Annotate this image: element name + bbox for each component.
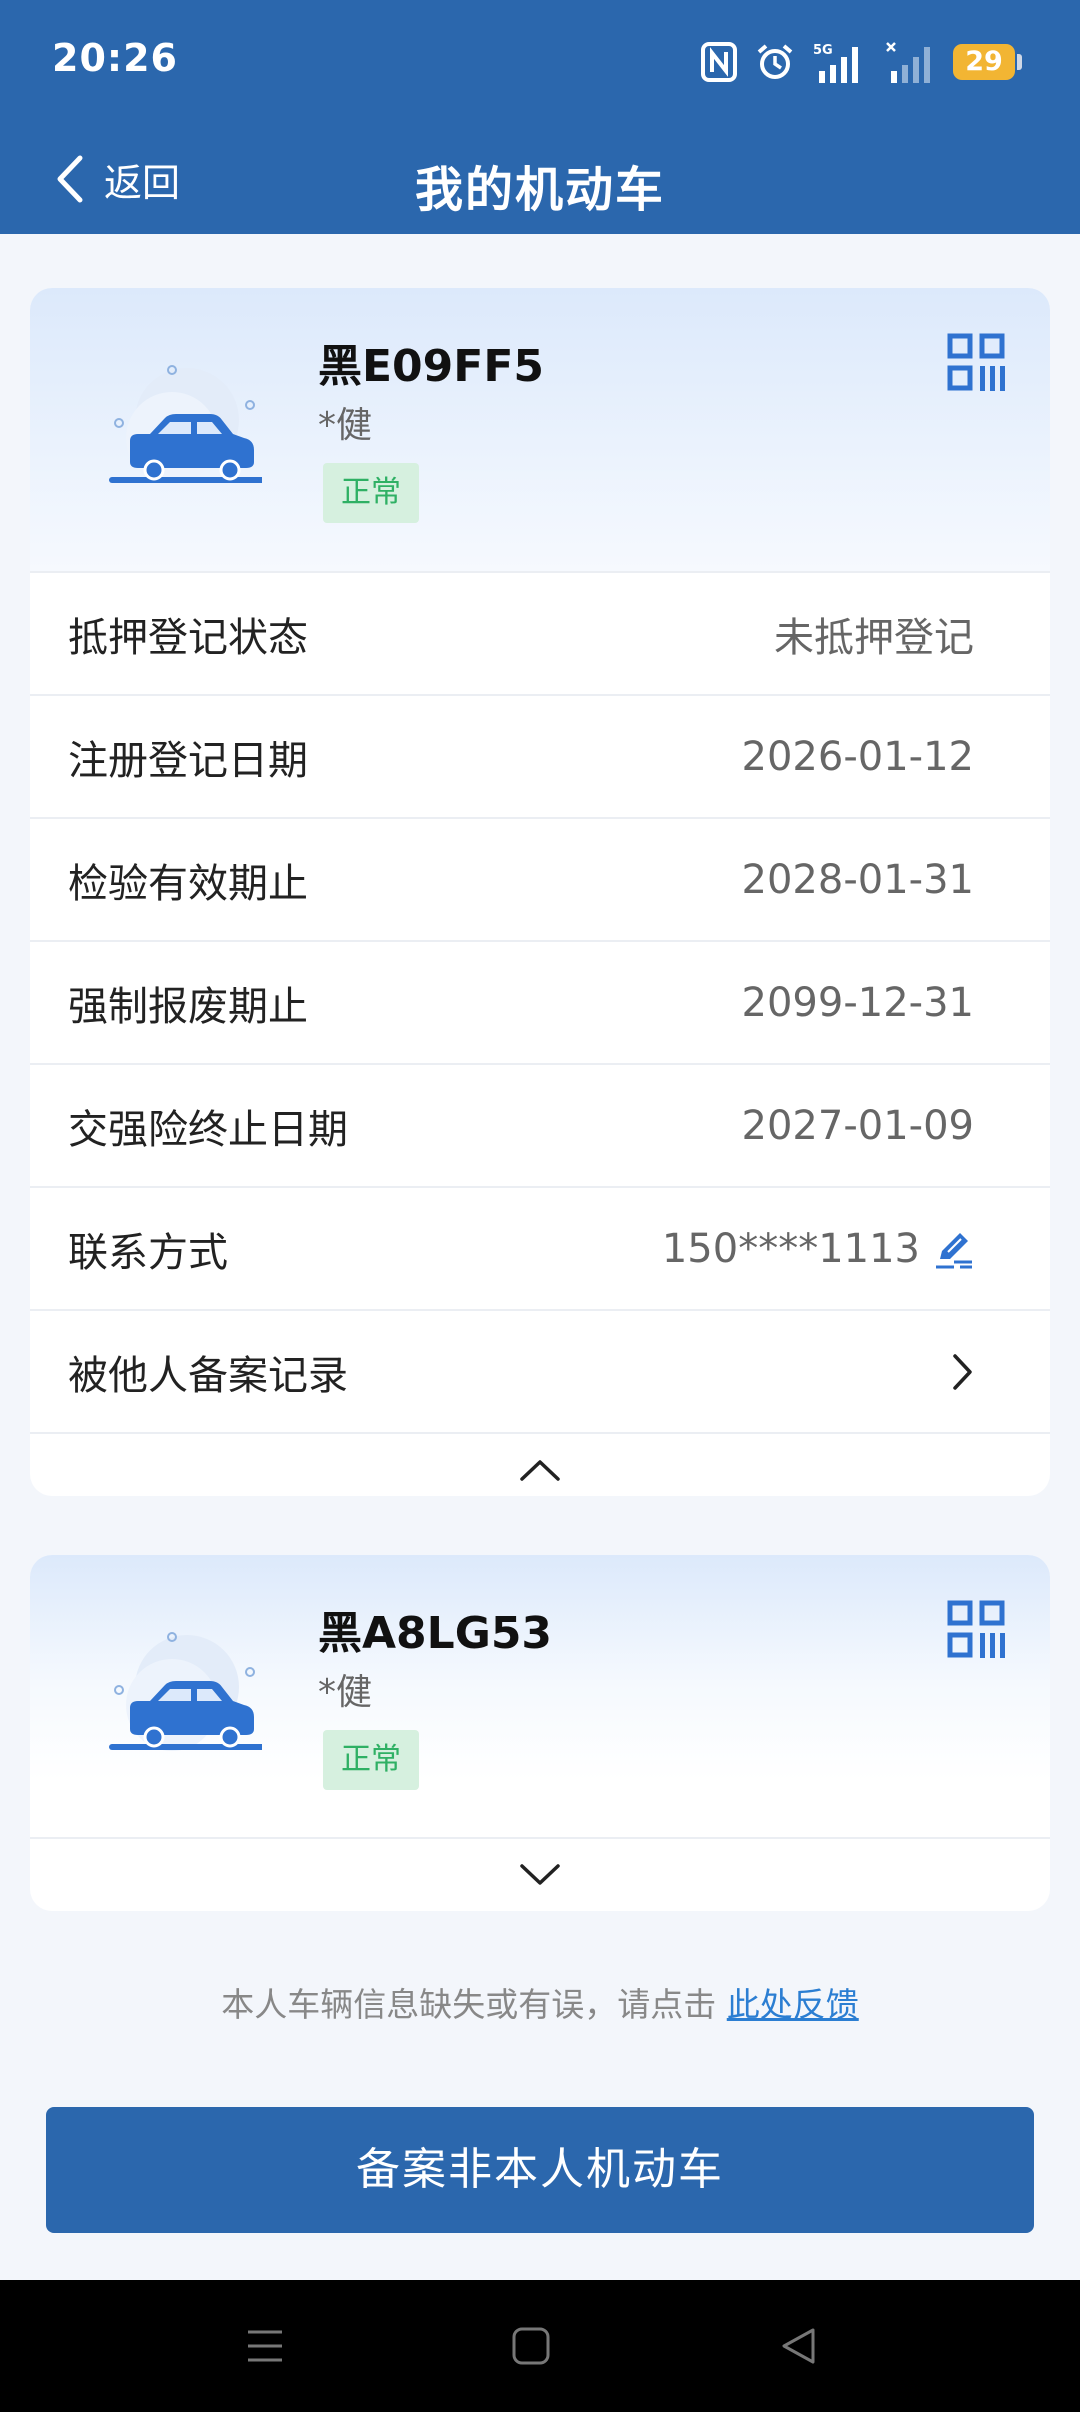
detail-label: 检验有效期止: [68, 860, 308, 907]
detail-value: 2028-01-31: [741, 856, 974, 903]
detail-label: 交强险终止日期: [68, 1106, 348, 1153]
detail-row-scrap-date: 强制报废期止 2099-12-31: [30, 940, 1050, 1063]
chevron-right-icon: [953, 1353, 972, 1390]
detail-label: 抵押登记状态: [68, 614, 308, 661]
qr-code-icon[interactable]: [947, 1600, 1005, 1658]
status-time: 20:26: [52, 36, 178, 80]
expand-toggle[interactable]: [30, 1837, 1050, 1911]
home-icon[interactable]: [511, 2326, 551, 2366]
nav-bar: 返回 我的机动车: [0, 122, 1080, 234]
svg-text:5G: 5G: [813, 43, 833, 58]
detail-value: 2099-12-31: [741, 979, 974, 1026]
plate-number: 黑A8LG53: [318, 1608, 553, 1659]
detail-row-filing-records[interactable]: 被他人备案记录: [30, 1309, 1050, 1432]
vehicle-card-header: 黑A8LG53 *健 正常: [30, 1555, 1050, 1837]
detail-value: 未抵押登记: [774, 614, 974, 661]
chevron-up-icon: [520, 1460, 560, 1481]
status-bar: 20:26 5G 29: [0, 0, 1080, 122]
register-other-vehicle-button[interactable]: 备案非本人机动车: [46, 2107, 1034, 2233]
alarm-icon: [757, 44, 793, 79]
vehicle-card: 黑E09FF5 *健 正常 抵押登记状态 未抵押登记 注册登记日期 2026-0…: [30, 288, 1050, 1496]
status-badge: 正常: [323, 463, 419, 523]
back-nav-icon[interactable]: [778, 2326, 818, 2366]
car-icon: [109, 365, 262, 484]
battery-icon: 29: [953, 44, 1022, 80]
collapse-toggle[interactable]: [30, 1432, 1050, 1496]
page-title: 我的机动车: [414, 162, 665, 218]
owner-name: *健: [318, 405, 373, 446]
detail-row-contact: 联系方式 150****1113: [30, 1186, 1050, 1309]
vehicle-card-header: 黑E09FF5 *健 正常: [30, 288, 1050, 571]
detail-label: 注册登记日期: [68, 737, 308, 784]
detail-value: 2027-01-09: [741, 1102, 974, 1149]
feedback-link[interactable]: 此处反馈: [727, 1985, 859, 2024]
status-icons: 5G 29: [701, 38, 1022, 86]
chevron-down-icon: [520, 1864, 560, 1885]
detail-label: 强制报废期止: [68, 983, 308, 1030]
contact-phone: 150****1113: [661, 1225, 920, 1272]
menu-icon[interactable]: [245, 2326, 285, 2366]
detail-row-insurance-end: 交强险终止日期 2027-01-09: [30, 1063, 1050, 1186]
qr-code-icon[interactable]: [947, 333, 1005, 391]
status-badge: 正常: [323, 1730, 419, 1790]
car-icon: [109, 1632, 262, 1751]
detail-value: 2026-01-12: [741, 733, 974, 780]
feedback-prompt: 本人车辆信息缺失或有误，请点击: [221, 1985, 717, 2024]
nfc-icon: [701, 42, 737, 82]
signal-5g-icon: 5G: [813, 43, 858, 83]
edit-icon[interactable]: [934, 1229, 974, 1269]
detail-row-inspection-expiry: 检验有效期止 2028-01-31: [30, 817, 1050, 940]
detail-row-registration-date: 注册登记日期 2026-01-12: [30, 694, 1050, 817]
vehicle-card: 黑A8LG53 *健 正常: [30, 1555, 1050, 1911]
battery-level: 29: [953, 44, 1015, 80]
plate-number: 黑E09FF5: [318, 341, 545, 392]
owner-name: *健: [318, 1672, 373, 1713]
system-nav-bar: [0, 2280, 1080, 2412]
detail-label: 联系方式: [68, 1229, 228, 1276]
detail-row-mortgage: 抵押登记状态 未抵押登记: [30, 571, 1050, 694]
signal-no-service-icon: [886, 42, 930, 83]
feedback-text: 本人车辆信息缺失或有误，请点击 此处反馈: [0, 1978, 1080, 2026]
detail-label: 被他人备案记录: [68, 1352, 348, 1399]
